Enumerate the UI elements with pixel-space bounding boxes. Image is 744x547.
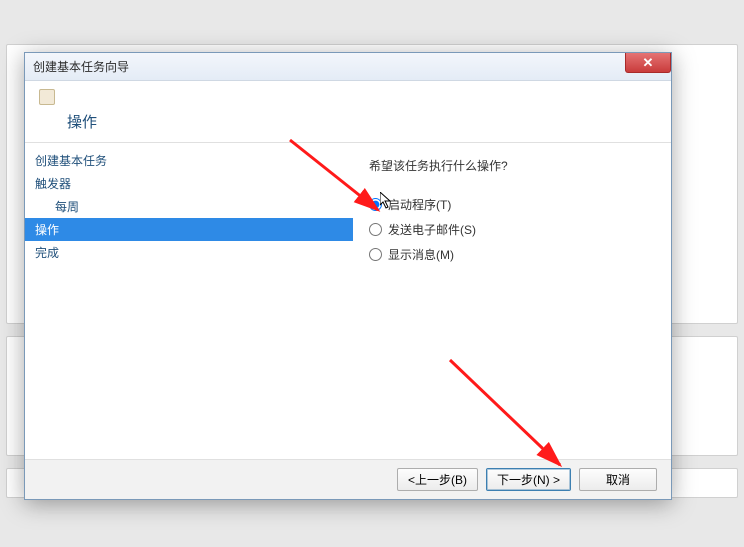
radio-show-message[interactable]: 显示消息(M) xyxy=(369,246,655,263)
next-button[interactable]: 下一步(N) > xyxy=(486,468,571,491)
cancel-button[interactable]: 取消 xyxy=(579,468,657,491)
radio-start-program-input[interactable] xyxy=(369,198,382,211)
close-button[interactable]: ✕ xyxy=(625,53,671,73)
wizard-header: 操作 xyxy=(25,81,671,143)
radio-start-program-label: 启动程序(T) xyxy=(388,196,451,213)
close-icon: ✕ xyxy=(643,56,654,69)
wizard-body: 创建基本任务 触发器 每周 操作 完成 希望该任务执行什么操作? 启动程序(T)… xyxy=(25,143,671,459)
radio-send-email-label: 发送电子邮件(S) xyxy=(388,221,476,238)
wizard-icon xyxy=(39,89,55,105)
wizard-sidebar: 创建基本任务 触发器 每周 操作 完成 xyxy=(25,143,353,459)
radio-start-program[interactable]: 启动程序(T) xyxy=(369,196,655,213)
back-button[interactable]: <上一步(B) xyxy=(397,468,478,491)
action-prompt: 希望该任务执行什么操作? xyxy=(369,157,655,174)
wizard-dialog: 创建基本任务向导 ✕ 操作 创建基本任务 触发器 每周 操作 完成 希望该任务执… xyxy=(24,52,672,500)
titlebar: 创建基本任务向导 ✕ xyxy=(25,53,671,81)
radio-show-message-input[interactable] xyxy=(369,248,382,261)
sidebar-item-action[interactable]: 操作 xyxy=(25,218,353,241)
wizard-content: 希望该任务执行什么操作? 启动程序(T) 发送电子邮件(S) 显示消息(M) xyxy=(353,143,671,459)
radio-send-email-input[interactable] xyxy=(369,223,382,236)
sidebar-item-create-task[interactable]: 创建基本任务 xyxy=(25,149,353,172)
radio-show-message-label: 显示消息(M) xyxy=(388,246,454,263)
window-title: 创建基本任务向导 xyxy=(33,58,129,75)
sidebar-item-weekly[interactable]: 每周 xyxy=(25,195,353,218)
wizard-footer: <上一步(B) 下一步(N) > 取消 xyxy=(25,459,671,499)
wizard-step-title: 操作 xyxy=(67,111,657,132)
sidebar-item-finish[interactable]: 完成 xyxy=(25,241,353,264)
radio-send-email[interactable]: 发送电子邮件(S) xyxy=(369,221,655,238)
sidebar-item-trigger[interactable]: 触发器 xyxy=(25,172,353,195)
